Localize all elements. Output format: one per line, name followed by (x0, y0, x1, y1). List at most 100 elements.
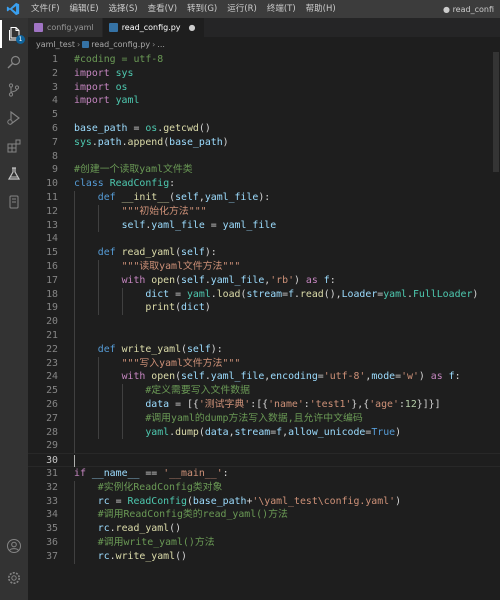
code-text: #调用yaml的dump方法写入数据,且允许中文编码 (60, 412, 362, 426)
code-token: #创建一个读取yaml文件类 (74, 164, 193, 176)
indent-guide (97, 204, 99, 233)
code-line[interactable]: 2 import sys (28, 67, 500, 81)
code-text: def write_yaml(self): (60, 343, 223, 357)
scrollbar-thumb[interactable] (493, 52, 499, 172)
line-number: 30 (46, 455, 58, 467)
code-token: #调用write_yaml()方法 (97, 537, 215, 548)
code-token: #实例化ReadConfig类对象 (97, 481, 223, 493)
code-line[interactable]: 8 (28, 150, 500, 164)
code-token: ) (418, 371, 431, 383)
code-text: print(dict) (60, 301, 210, 315)
code-text (60, 454, 75, 468)
code-line[interactable]: 21 (28, 329, 500, 343)
code-line[interactable]: 6 base_path = os.getcwd() (28, 122, 500, 136)
code-line[interactable]: 36 #调用write_yaml()方法 (28, 536, 500, 550)
source-control-icon[interactable] (0, 76, 28, 104)
account-icon[interactable] (0, 532, 28, 560)
menu-item[interactable]: 运行(R) (222, 0, 262, 18)
vscode-logo-icon (0, 0, 26, 18)
code-line[interactable]: 31 if __name__ == '__main__': (28, 467, 500, 481)
code-line[interactable]: 11 def __init__(self,yaml_file): (28, 191, 500, 205)
code-text: class ReadConfig: (60, 177, 175, 191)
code-text: #创建一个读取yaml文件类 (60, 163, 193, 177)
menu-item[interactable]: 查看(V) (143, 0, 182, 18)
line-number: 26 (46, 399, 58, 410)
code-line[interactable]: 30 (28, 453, 500, 468)
code-token: self (181, 371, 205, 383)
code-token: sys (109, 67, 134, 79)
explorer-badge: 1 (16, 35, 25, 44)
menu-item[interactable]: 文件(F) (26, 0, 65, 18)
code-token: = (127, 123, 146, 134)
python-file-icon (82, 41, 90, 48)
code-token: """读取yaml文件方法""" (121, 261, 241, 272)
code-token: = (109, 495, 128, 507)
tab-read-config-py[interactable]: read_config.py ● (102, 18, 205, 37)
menu-item[interactable]: 选择(S) (104, 0, 143, 18)
code-token: yaml (109, 95, 140, 107)
breadcrumb-file[interactable]: read_config.py (91, 40, 150, 49)
line-number: 14 (46, 233, 58, 245)
code-line[interactable]: 22 def write_yaml(self): (28, 343, 500, 357)
menu-item[interactable]: 编辑(E) (65, 0, 104, 18)
settings-icon[interactable] (0, 564, 28, 592)
test-icon[interactable] (0, 188, 28, 216)
code-text: yaml.dump(data,stream=f,allow_unicode=Tr… (60, 426, 401, 440)
code-text: data = [{'测试字典':[{'name':'test1'},{'age'… (60, 398, 440, 412)
line-number: 6 (52, 123, 58, 134)
breadcrumb-symbol[interactable]: ... (157, 40, 165, 49)
extensions-icon[interactable] (0, 132, 28, 160)
code-token: sys (74, 136, 92, 148)
code-line[interactable]: 15 def read_yaml(self): (28, 246, 500, 260)
line-number: 17 (46, 274, 58, 286)
code-line[interactable]: 4 import yaml (28, 94, 500, 108)
code-line[interactable]: 33 rc = ReadConfig(base_path+'\yaml_test… (28, 495, 500, 509)
code-editor[interactable]: 1 #coding = utf-8 2 import sys 3 import os 4 im… (28, 52, 500, 600)
line-number: 36 (46, 537, 58, 548)
code-line[interactable]: 29 (28, 439, 500, 453)
editor-scrollbar[interactable] (492, 52, 500, 600)
code-line[interactable]: 1 #coding = utf-8 (28, 53, 500, 67)
files-icon[interactable]: 1 (0, 20, 28, 48)
unsaved-dot-icon[interactable]: ● (189, 23, 196, 32)
menu-item[interactable]: 帮助(H) (301, 0, 341, 18)
code-line[interactable]: 20 (28, 315, 500, 329)
line-number: 37 (46, 550, 58, 562)
indent-guide (97, 260, 99, 316)
line-number: 27 (46, 412, 58, 424)
search-icon[interactable] (0, 48, 28, 76)
code-line[interactable]: 35 rc.read_yaml() (28, 522, 500, 536)
code-token: data (145, 399, 170, 410)
code-token: allow_unicode (288, 426, 366, 438)
code-line[interactable]: 14 (28, 232, 500, 246)
code-token: write_yaml (121, 343, 182, 355)
code-line[interactable]: 32 #实例化ReadConfig类对象 (28, 481, 500, 495)
line-number: 31 (46, 468, 58, 479)
menu-item[interactable]: 终端(T) (262, 0, 301, 18)
code-line[interactable]: 7 sys.path.append(base_path) (28, 136, 500, 150)
code-line[interactable]: 3 import os (28, 81, 500, 95)
code-line[interactable]: 5 (28, 108, 500, 122)
code-line[interactable]: 37 rc.write_yaml() (28, 550, 500, 564)
code-line[interactable]: 10 class ReadConfig: (28, 177, 500, 191)
code-token: 'name' (268, 399, 304, 410)
line-number: 25 (46, 385, 58, 397)
line-number: 9 (52, 164, 58, 176)
code-token: yaml_file (204, 192, 259, 203)
breadcrumb-folder[interactable]: yaml_test (36, 40, 75, 49)
run-debug-icon[interactable] (0, 104, 28, 132)
code-line[interactable]: 34 #调用ReadConfig类的read_yaml()方法 (28, 508, 500, 522)
menu-item[interactable]: 转到(G) (182, 0, 222, 18)
flask-icon[interactable] (0, 160, 28, 188)
code-line[interactable]: 9 #创建一个读取yaml文件类 (28, 163, 500, 177)
code-token: () (198, 123, 211, 134)
line-number: 13 (46, 219, 58, 231)
line-number: 28 (46, 426, 58, 438)
code-text: def read_yaml(self): (60, 246, 217, 260)
code-token: ) (395, 426, 402, 438)
tab-config-yaml[interactable]: config.yaml (28, 18, 103, 37)
